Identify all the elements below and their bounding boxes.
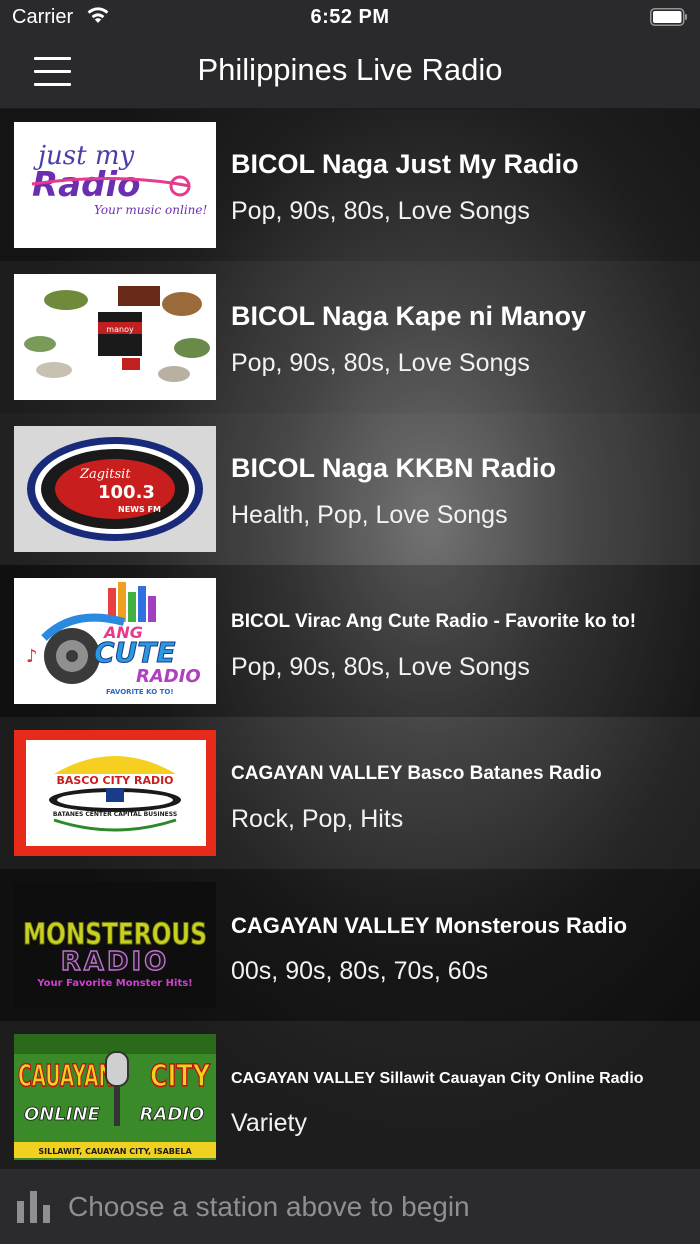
station-row[interactable]: manoy BICOL Naga Kape ni Manoy Pop, 90s,… <box>0 261 700 413</box>
station-genres: 00s, 90s, 80s, 70s, 60s <box>231 957 489 985</box>
station-row[interactable]: ANG CUTE RADIO FAVORITE KO TO! ♪ BICOL V… <box>0 565 700 717</box>
clock: 6:52 PM <box>310 6 390 28</box>
station-genres: Pop, 90s, 80s, Love Songs <box>231 653 530 681</box>
status-bar: Carrier 6:52 PM <box>0 0 700 36</box>
svg-text:Zagitsit: Zagitsit <box>79 467 131 482</box>
player-status-text: Choose a station above to begin <box>68 1191 470 1222</box>
station-genres: Variety <box>231 1109 307 1137</box>
station-name: BICOL Naga KKBN Radio <box>231 453 557 483</box>
station-genres: Rock, Pop, Hits <box>231 805 404 833</box>
station-name: BICOL Naga Just My Radio <box>231 149 579 179</box>
svg-text:CITY: CITY <box>150 1059 211 1094</box>
svg-text:Your Favorite Monster Hits!: Your Favorite Monster Hits! <box>36 978 192 989</box>
svg-text:BASCO CITY RADIO: BASCO CITY RADIO <box>56 774 173 787</box>
svg-text:RADIO: RADIO <box>136 666 201 687</box>
station-name: CAGAYAN VALLEY Basco Batanes Radio <box>231 763 602 784</box>
svg-text:MONSTEROUS: MONSTEROUS <box>23 917 207 951</box>
navigation-bar: Philippines Live Radio <box>0 36 700 108</box>
svg-text:ONLINE: ONLINE <box>24 1104 101 1125</box>
station-name: BICOL Naga Kape ni Manoy <box>231 301 587 331</box>
svg-text:manoy: manoy <box>106 325 134 334</box>
station-logo: Zagitsit 100.3 NEWS FM <box>14 426 216 552</box>
battery-icon <box>650 8 687 26</box>
station-genres: Health, Pop, Love Songs <box>231 501 508 529</box>
player-bar[interactable]: Choose a station above to begin <box>0 1169 700 1244</box>
equalizer-icon <box>17 1191 50 1223</box>
svg-text:Radio: Radio <box>32 165 140 205</box>
svg-text:100.3: 100.3 <box>98 482 155 503</box>
svg-text:NEWS FM: NEWS FM <box>118 505 161 514</box>
station-genres: Pop, 90s, 80s, Love Songs <box>231 197 530 225</box>
station-logo: CAUAYAN CITY ONLINE RADIO SILLAWIT, CAUA… <box>14 1034 216 1160</box>
station-row[interactable]: MONSTEROUS RADIO Your Favorite Monster H… <box>0 869 700 1021</box>
svg-text:BATANES CENTER CAPITAL BUSINES: BATANES CENTER CAPITAL BUSINESS <box>53 811 177 818</box>
svg-text:CAUAYAN: CAUAYAN <box>18 1059 114 1094</box>
svg-text:SILLAWIT, CAUAYAN CITY, ISABEL: SILLAWIT, CAUAYAN CITY, ISABELA <box>38 1147 192 1156</box>
station-row[interactable]: BASCO CITY RADIO BATANES CENTER CAPITAL … <box>0 717 700 869</box>
station-logo: just my Radio Your music online! <box>14 122 216 248</box>
station-name: BICOL Virac Ang Cute Radio - Favorite ko… <box>231 611 637 632</box>
svg-text:FAVORITE KO TO!: FAVORITE KO TO! <box>106 688 174 696</box>
station-name: CAGAYAN VALLEY Sillawit Cauayan City Onl… <box>231 1070 644 1087</box>
station-genres: Pop, 90s, 80s, Love Songs <box>231 349 530 377</box>
station-logo: MONSTEROUS RADIO Your Favorite Monster H… <box>14 882 216 1008</box>
station-row[interactable]: Zagitsit 100.3 NEWS FM BICOL Naga KKBN R… <box>0 413 700 565</box>
station-logo: manoy <box>14 274 216 400</box>
station-list[interactable]: just my Radio Your music online! BICOL N… <box>0 109 700 1169</box>
svg-text:♪: ♪ <box>26 646 38 667</box>
station-logo: ANG CUTE RADIO FAVORITE KO TO! ♪ <box>14 578 216 704</box>
svg-text:CUTE: CUTE <box>94 636 176 669</box>
station-row[interactable]: just my Radio Your music online! BICOL N… <box>0 109 700 261</box>
svg-text:RADIO: RADIO <box>140 1104 205 1125</box>
page-title: Philippines Live Radio <box>197 52 503 87</box>
top-bar: Carrier 6:52 PM Philippines Live Radio <box>0 0 700 109</box>
svg-text:Your music online!: Your music online! <box>94 203 207 217</box>
station-name: CAGAYAN VALLEY Monsterous Radio <box>231 913 628 938</box>
svg-text:RADIO: RADIO <box>61 947 170 977</box>
station-row[interactable]: CAUAYAN CITY ONLINE RADIO SILLAWIT, CAUA… <box>0 1021 700 1169</box>
station-logo: BASCO CITY RADIO BATANES CENTER CAPITAL … <box>14 730 216 856</box>
